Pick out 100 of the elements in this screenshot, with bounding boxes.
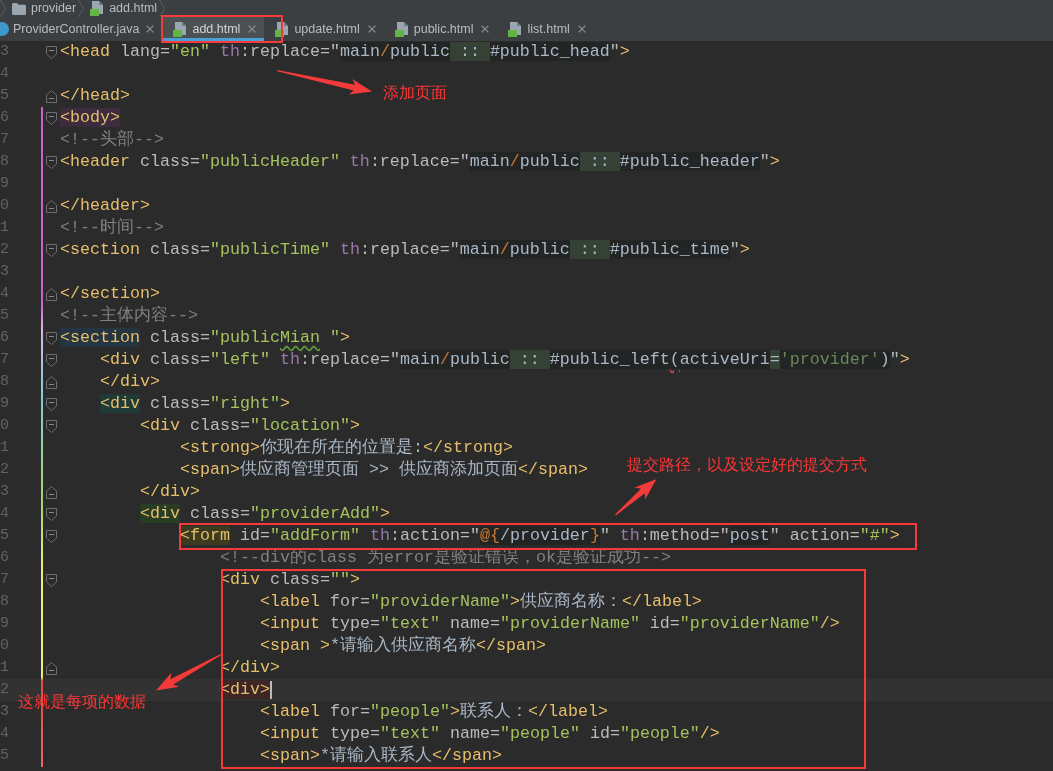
code-line: </header> — [60, 195, 150, 217]
file-icon — [173, 21, 188, 37]
code-line: </section> — [60, 283, 160, 305]
line-number: 9 — [0, 614, 9, 634]
code-line: <span>供应商管理页面 >> 供应商添加页面</span> — [180, 459, 588, 481]
line-number: 9 — [0, 394, 9, 414]
fold-marker-icon[interactable] — [46, 89, 57, 103]
code-line: </div> — [220, 657, 280, 679]
line-number: 3 — [0, 42, 9, 62]
editor-tab[interactable]: public.html — [383, 17, 498, 41]
fold-marker-icon[interactable] — [46, 155, 57, 169]
editor-tab[interactable]: add.html — [162, 17, 265, 41]
line-number: 5 — [0, 746, 9, 766]
code-line: <section class="publicMian "> — [60, 327, 350, 349]
line-number: 7 — [0, 350, 9, 370]
annotation-arrow — [156, 654, 222, 691]
code-line: <strong>你现在所在的位置是:</strong> — [180, 437, 513, 459]
line-number: 3 — [0, 702, 9, 722]
folder-icon — [12, 2, 26, 15]
line-number: 6 — [0, 328, 9, 348]
chevron-icon — [0, 0, 6, 17]
close-icon[interactable] — [577, 25, 586, 33]
fold-marker-icon[interactable] — [46, 573, 57, 587]
line-number: 5 — [0, 86, 9, 106]
code-line: <!--头部--> — [60, 129, 164, 151]
breadcrumb-item[interactable]: provider — [6, 0, 79, 17]
code-line: <head lang="en" th:replace="main/public :: #public_head"> — [60, 41, 630, 63]
code-line: </div> — [100, 371, 160, 393]
fold-marker-icon[interactable] — [46, 287, 57, 301]
file-icon — [90, 1, 105, 16]
line-number: 0 — [0, 196, 9, 216]
code-line: <!--主体内容--> — [60, 305, 198, 327]
fold-marker-icon[interactable] — [46, 661, 57, 675]
code-line: </head> — [60, 85, 130, 107]
file-icon — [394, 21, 409, 37]
fold-marker-icon[interactable] — [46, 45, 57, 59]
close-icon[interactable] — [248, 25, 257, 33]
editor-tab[interactable]: update.html — [264, 17, 384, 41]
file-icon — [275, 21, 290, 37]
code-line: <input type="text" name="people" id="people"/> — [260, 723, 720, 745]
line-number: 4 — [0, 64, 9, 84]
line-number: 9 — [0, 174, 9, 194]
fold-marker-icon[interactable] — [46, 529, 57, 543]
code-line: <label for="providerName">供应商名称：</label> — [260, 591, 702, 613]
code-line: <!--时间--> — [60, 217, 164, 239]
line-number: 4 — [0, 724, 9, 744]
code-line: <header class="publicHeader" th:replace="main/public :: #public_header"> — [60, 151, 780, 173]
annotation-text: 提交路径，以及设定好的提交方式 — [627, 455, 867, 474]
text-cursor — [270, 681, 272, 699]
line-number: 0 — [0, 416, 9, 436]
fold-marker-icon[interactable] — [46, 353, 57, 367]
line-number: 6 — [0, 548, 9, 568]
fold-marker-icon[interactable] — [46, 331, 57, 345]
close-icon[interactable] — [367, 25, 376, 33]
code-line: <input type="text" name="providerName" id="providerName"/> — [260, 613, 840, 635]
line-number: 1 — [0, 218, 9, 238]
close-icon[interactable] — [146, 25, 155, 33]
line-number: 8 — [0, 372, 9, 392]
file-type-icon — [0, 22, 9, 36]
line-number: 6 — [0, 108, 9, 128]
code-line: <div class="providerAdd"> — [140, 503, 390, 525]
fold-marker-icon[interactable] — [46, 375, 57, 389]
code-line: <label for="people">联系人：</label> — [260, 701, 608, 723]
code-line: <span >*请输入供应商名称</span> — [260, 635, 546, 657]
line-number: 3 — [0, 262, 9, 282]
fold-marker-icon[interactable] — [46, 243, 57, 257]
fold-marker-icon[interactable] — [46, 111, 57, 125]
code-line: </div> — [140, 481, 200, 503]
fold-marker-icon[interactable] — [46, 485, 57, 499]
code-line: <span>*请输入联系人</span> — [260, 745, 502, 767]
editor-tab[interactable]: ProviderController.java — [0, 17, 163, 41]
line-number: 4 — [0, 504, 9, 524]
chevron-icon — [159, 0, 166, 17]
code-line: <div class="right"> — [100, 393, 290, 415]
line-number: 4 — [0, 284, 9, 304]
code-line: <form id="addForm" th:action="@{/provider}" th:method="post" action="#"> — [180, 525, 900, 547]
line-number: 3 — [0, 482, 9, 502]
line-number: 1 — [0, 658, 9, 678]
fold-marker-icon[interactable] — [46, 507, 57, 521]
code-line: <section class="publicTime" th:replace="main/public :: #public_time"> — [60, 239, 750, 261]
code-line: <div class="location"> — [140, 415, 360, 437]
fold-marker-icon[interactable] — [46, 199, 57, 213]
line-number: 1 — [0, 438, 9, 458]
line-number: 0 — [0, 636, 9, 656]
editor-tab[interactable]: list.html — [497, 17, 594, 41]
line-number: 8 — [0, 592, 9, 612]
code-line: <div class=""> — [220, 569, 360, 591]
breadcrumb-item[interactable]: add.html — [84, 0, 160, 17]
line-number: 2 — [0, 460, 9, 480]
close-icon[interactable] — [481, 25, 490, 33]
annotation-arrow — [614, 479, 656, 516]
code-line: <div class="left" th:replace="main/public :: #public_left(activeUri='provider')"> — [100, 349, 910, 371]
chevron-icon — [78, 0, 85, 17]
annotation-text: 添加页面 — [383, 83, 447, 102]
line-number: 5 — [0, 306, 9, 326]
file-icon — [508, 21, 523, 37]
line-number: 8 — [0, 152, 9, 172]
line-number: 7 — [0, 130, 9, 150]
fold-marker-icon[interactable] — [46, 397, 57, 411]
fold-marker-icon[interactable] — [46, 419, 57, 433]
